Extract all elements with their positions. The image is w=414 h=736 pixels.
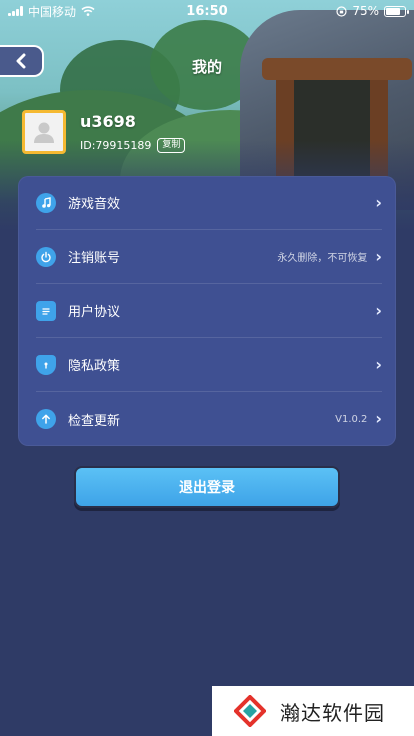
- settings-item-privacy-policy[interactable]: 隐私政策 ›: [36, 338, 382, 392]
- settings-item-label: 检查更新: [68, 413, 121, 429]
- copy-id-button[interactable]: 复制: [157, 138, 186, 153]
- status-left: 中国移动: [8, 3, 95, 20]
- settings-card: 游戏音效 › 注销账号 永久删除，不可恢复 › 用户协议 › 隐私政策 › 检查…: [18, 176, 396, 446]
- watermark-text: 瀚达软件园: [280, 700, 385, 725]
- status-right: 75%: [336, 4, 409, 18]
- settings-item-delete-account[interactable]: 注销账号 永久删除，不可恢复 ›: [36, 230, 382, 284]
- battery-icon: [384, 5, 409, 17]
- document-icon: [36, 300, 56, 321]
- chevron-right-icon: ›: [375, 192, 382, 212]
- settings-item-value: V1.0.2: [335, 413, 368, 425]
- username: u3698: [80, 112, 136, 131]
- page-title: 我的: [191, 58, 222, 76]
- user-id: ID:79915189: [80, 139, 152, 152]
- chevron-right-icon: ›: [375, 300, 382, 320]
- settings-item-label: 隐私政策: [68, 359, 121, 374]
- orientation-lock-icon: [336, 5, 347, 17]
- settings-item-sound[interactable]: 游戏音效 ›: [36, 176, 382, 230]
- power-icon: [36, 246, 56, 267]
- battery-percent: 75%: [352, 4, 379, 18]
- logout-button[interactable]: 退出登录: [74, 466, 340, 508]
- wifi-icon: [81, 6, 95, 16]
- watermark-logo-icon: [234, 695, 266, 727]
- settings-item-label: 注销账号: [68, 251, 121, 266]
- settings-item-check-update[interactable]: 检查更新 V1.0.2 ›: [36, 392, 382, 446]
- shield-icon: [36, 354, 56, 375]
- arrow-up-icon: [36, 409, 56, 429]
- settings-item-label: 游戏音效: [68, 197, 121, 212]
- chevron-right-icon: ›: [375, 246, 382, 266]
- settings-item-user-agreement[interactable]: 用户协议 ›: [36, 284, 382, 338]
- user-id-row: ID:79915189 复制: [80, 138, 186, 153]
- carrier-label: 中国移动: [28, 4, 77, 19]
- user-avatar-icon: [34, 122, 54, 143]
- signal-icon: [8, 6, 23, 16]
- music-note-icon: [36, 192, 56, 213]
- settings-item-label: 用户协议: [68, 305, 121, 320]
- chevron-right-icon: ›: [375, 354, 382, 374]
- avatar[interactable]: [22, 110, 66, 154]
- status-bar: 中国移动 16:50 75%: [0, 0, 414, 22]
- watermark: 瀚达软件园: [212, 686, 414, 736]
- chevron-right-icon: ›: [375, 409, 382, 428]
- settings-item-value: 永久删除，不可恢复: [277, 253, 368, 264]
